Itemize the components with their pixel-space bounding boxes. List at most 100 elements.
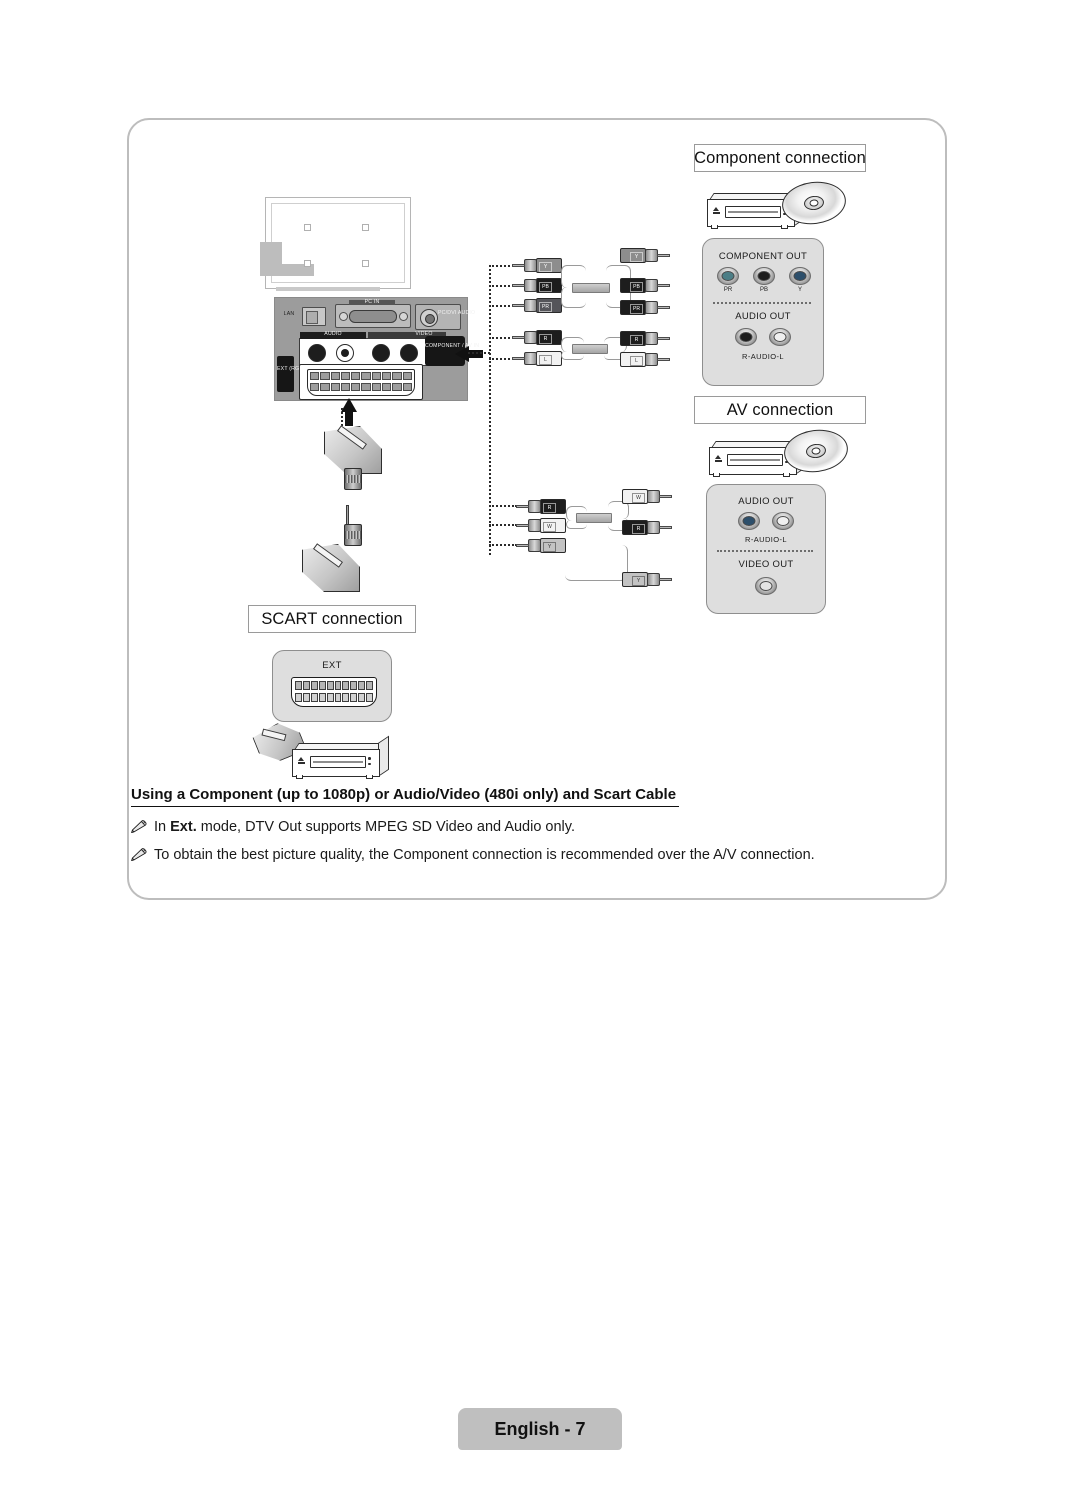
component-audio-sub-label: R-AUDIO-L [742,352,784,361]
plug-pin [512,336,525,339]
device-foot [296,775,303,779]
arrow-to-component-av-in [455,346,483,362]
scart-ext-jack-panel: EXT [272,650,392,722]
note-pen-icon [131,848,148,862]
av-cable-plug-y-tv: Y [516,538,566,553]
cable-wire-video [565,545,627,581]
cable-plug-y-tv: Y [512,258,562,273]
cable-plug-pr-tv: PR [512,298,562,313]
pc-in-port: PC IN [335,299,411,328]
cable-plug-r-tv: R [512,330,562,345]
tv-bottom-bar [276,287,380,291]
plug-pin [512,264,525,267]
plug-grip [524,352,537,365]
cable-bundle-band [576,513,612,523]
scart-socket-pins-top [295,681,374,690]
plug-pin [512,284,525,287]
note1-bold: Ext. [170,819,197,835]
cable-bundle-band [572,344,608,354]
tv-screw [304,224,311,231]
port-label-pc-dvi-audio: PC/DVI AUDIO [438,310,476,316]
plug-pin [516,524,529,527]
plug-barrel: R [536,330,562,345]
tv-screw [304,260,311,267]
route-line [468,352,490,354]
plug-barrel: W [540,518,566,533]
scart-plug-shell [302,544,360,592]
component-pin-label-pb: PB [759,287,768,293]
tv-screw [362,260,369,267]
plug-barrel: Y [536,258,562,273]
audio-jack-icon [420,309,438,327]
component-pb-jack [372,344,390,362]
panel-divider [717,550,813,554]
component-pin-label-pr: PR [723,287,733,293]
plug-grip [528,539,541,552]
component-pin-label-y: Y [797,287,802,293]
plug-barrel: PB [620,278,646,293]
plug-pin [512,357,525,360]
device-foot [366,775,373,779]
note1-suffix: mode, DTV Out supports MPEG SD Video and… [196,819,575,835]
page-footer-label: English - 7 [458,1408,622,1450]
av-cable-plug-r-device: R [622,520,672,535]
plug-barrel: R [620,331,646,346]
plug-pin [659,578,672,581]
panel-divider [713,302,811,306]
arrow-to-scart-port [341,398,357,426]
port-label-lan: LAN [283,311,295,317]
av-cable-plug-r-tv: R [516,499,566,514]
pc-dvi-audio-port: PC/DVI AUDIO [415,304,476,330]
plug-grip [524,299,537,312]
scart-plug-neck [344,468,362,490]
cable-plug-pb-device: PB [620,278,670,293]
component-audio-r-jack [735,328,757,346]
plug-barrel: R [540,499,566,514]
av-audio-sub-label: R-AUDIO-L [745,535,787,544]
plug-pin [657,254,670,257]
av-audio-out-title: AUDIO OUT [738,496,794,507]
av-cable-plug-w-tv: W [516,518,566,533]
route-line [489,524,517,526]
scart-socket-pins-bottom [295,693,374,702]
ext-rgb-callout: EXT (RGB) [277,356,305,392]
plug-barrel: PR [620,300,646,315]
cable-plug-r-device: R [620,331,670,346]
note-pen-icon [131,820,148,834]
section-heading: Using a Component (up to 1080p) or Audio… [131,786,679,807]
plug-pin [512,304,525,307]
scart-plug-upper [324,425,382,490]
route-line [489,544,517,546]
plug-pin [516,505,529,508]
cable-bundle-band [572,283,610,293]
scart-socket-shape [291,677,377,707]
scart-plug-neck [344,524,362,546]
eject-icon [715,455,722,462]
note-line-2: To obtain the best picture quality, the … [131,846,815,863]
component-out-pr-jack [717,267,739,285]
vga-screw [399,312,408,321]
device-indicators [368,757,371,768]
plug-grip [524,259,537,272]
scart-pin-row-top [310,372,412,380]
disc-tray [725,206,781,218]
plug-barrel: Y [540,538,566,553]
tv-screw [362,224,369,231]
cable-plug-l-device: L [620,352,670,367]
plug-pin [516,544,529,547]
plug-grip [524,331,537,344]
plug-barrel: Y [622,572,648,587]
av-audio-r-jack [738,512,760,530]
device-foot [713,473,720,477]
av-cable-plug-w-device: W [622,489,672,504]
plug-barrel: L [620,352,646,367]
note-line-1: In Ext. mode, DTV Out supports MPEG SD V… [131,818,575,835]
note1-prefix: In [154,819,171,835]
plug-pin [657,306,670,309]
tv-connector-panel: LAN PC IN PC/DVI AUDIO AUDIO VIDEO COMPO… [274,297,479,401]
av-video-out-jack [755,577,777,595]
cable-plug-pr-device: PR [620,300,670,315]
note2-text: To obtain the best picture quality, the … [154,847,815,863]
component-out-jack-panel: COMPONENT OUT PR PB Y AUDIO OUT R-AUDIO-… [702,238,824,386]
vga-connector-shape [349,310,397,323]
